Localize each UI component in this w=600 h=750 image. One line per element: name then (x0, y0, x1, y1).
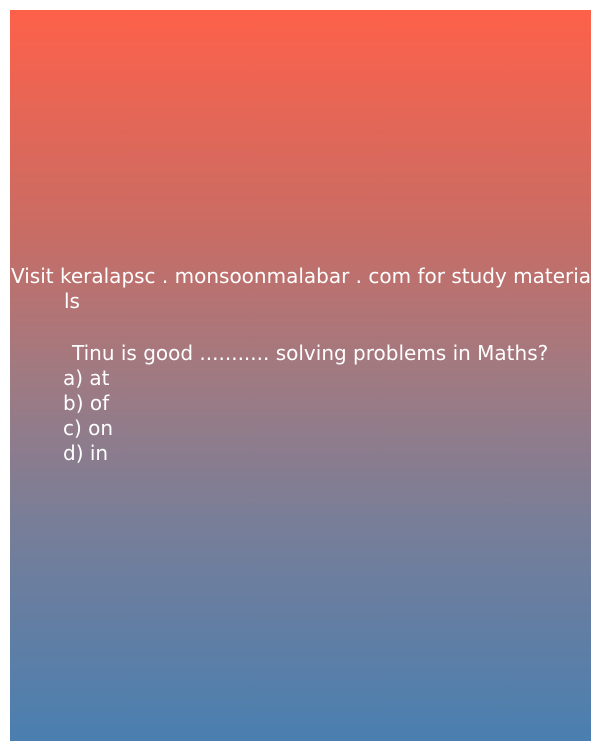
promo-text-line1: Visit keralapsc . monsoonmalabar . com f… (11, 264, 592, 288)
option-d: d) in (63, 441, 109, 465)
option-a: a) at (63, 366, 110, 390)
option-c: c) on (63, 416, 114, 440)
question-text: Tinu is good ........... solving problem… (72, 341, 549, 365)
question-card: Visit keralapsc . monsoonmalabar . com f… (10, 10, 591, 741)
option-b: b) of (63, 391, 110, 415)
promo-text-line2: ls (64, 289, 80, 313)
